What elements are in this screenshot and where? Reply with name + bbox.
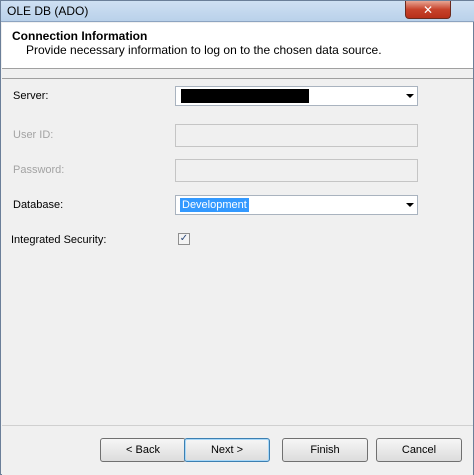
window-title: OLE DB (ADO): [7, 4, 89, 18]
dialog-window: OLE DB (ADO) ✕ Connection Information Pr…: [0, 0, 474, 475]
header-description: Provide necessary information to log on …: [26, 43, 382, 57]
header-title: Connection Information: [12, 29, 148, 43]
finish-button[interactable]: Finish: [282, 438, 368, 462]
integrated-security-label: Integrated Security:: [11, 234, 107, 246]
database-combobox[interactable]: Development: [175, 195, 418, 215]
integrated-security-checkbox[interactable]: ✓: [178, 233, 190, 245]
userid-input[interactable]: [175, 124, 418, 147]
database-value: Development: [180, 198, 249, 212]
chevron-down-icon[interactable]: [406, 203, 414, 207]
title-bar[interactable]: OLE DB (ADO) ✕: [1, 1, 474, 22]
checkmark-icon: ✓: [179, 233, 189, 244]
server-combobox[interactable]: [175, 86, 418, 106]
server-value-redacted: [181, 89, 309, 103]
password-input[interactable]: [175, 159, 418, 182]
close-button[interactable]: ✕: [405, 1, 451, 19]
server-label: Server:: [13, 90, 49, 102]
wizard-header: Connection Information Provide necessary…: [2, 23, 473, 69]
chevron-down-icon[interactable]: [406, 94, 414, 98]
close-icon: ✕: [422, 2, 434, 17]
cancel-button[interactable]: Cancel: [376, 438, 462, 462]
database-label: Database:: [13, 199, 64, 211]
back-button[interactable]: < Back: [100, 438, 186, 462]
header-separator: [2, 78, 473, 79]
password-label: Password:: [13, 164, 65, 176]
userid-label: User ID:: [13, 129, 54, 141]
next-button[interactable]: Next >: [184, 438, 270, 462]
